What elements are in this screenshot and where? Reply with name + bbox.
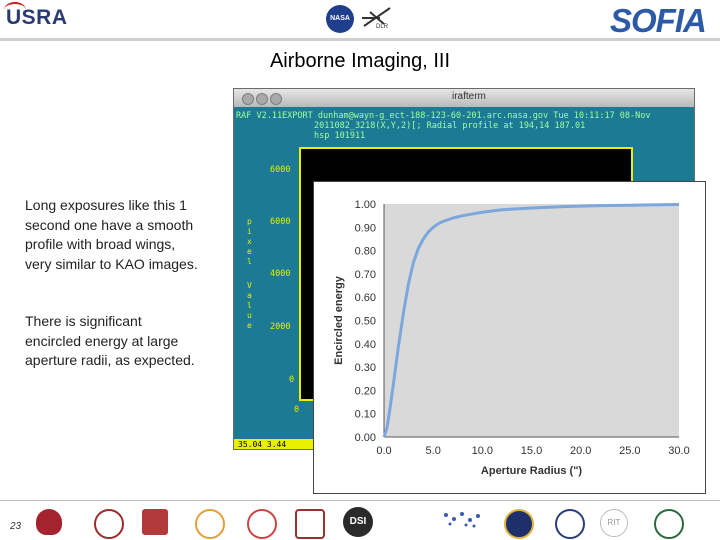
x-tick-label: 0.0	[376, 445, 391, 457]
terminal-y-axis-label: p i x e l	[247, 217, 252, 266]
y-axis-title: Encircled energy	[333, 275, 345, 365]
dsi-logo: DSI	[343, 507, 373, 537]
x-axis-title: Aperture Radius (")	[481, 465, 583, 477]
header-divider	[0, 38, 720, 41]
x-tick-label: 30.0	[668, 445, 689, 457]
rit-logo: RIT	[600, 509, 628, 537]
y-tick-label: 0.60	[355, 292, 376, 304]
minimize-window-icon	[256, 93, 268, 105]
y-tick-label: 0.30	[355, 362, 376, 374]
terminal-y-tick: 6000	[270, 217, 291, 227]
description-paragraph-2: There is significant encircled energy at…	[25, 313, 195, 368]
terminal-y-tick: 4000	[270, 269, 291, 279]
partner-logo-icon	[295, 509, 325, 539]
dlr-logo: DLR	[360, 4, 394, 34]
chart-svg: 0.00 0.10 0.20 0.30 0.40 0.50 0.60 0.70 0.80 0.90…	[333, 199, 690, 477]
nasa-logo: NASA	[326, 5, 354, 33]
sofia-logo-text: SOFIA	[610, 2, 707, 39]
seti-institute-logo	[444, 512, 480, 528]
partner-seal-icon	[504, 509, 534, 539]
partner-seal-icon	[94, 509, 124, 539]
terminal-y-tick: 0	[289, 375, 295, 385]
y-tick-label: 0.40	[355, 339, 376, 351]
partner-seal-icon	[654, 509, 684, 539]
y-tick-label: 0.80	[355, 246, 376, 258]
terminal-y-axis-label: V a l u e	[247, 281, 252, 330]
x-tick-label: 15.0	[521, 445, 542, 457]
nasa-logo-text: NASA	[330, 15, 350, 22]
terminal-line: RAF V2.11EXPORT dunham@wayn-g_ect-188-12…	[236, 111, 651, 121]
description-paragraph-1: Long exposures like this 1 second one ha…	[25, 197, 198, 272]
header-bar: USRA NASA DLR SOFIA	[0, 0, 720, 40]
slide-title: Airborne Imaging, III	[269, 50, 451, 72]
terminal-y-tick: 2000	[270, 322, 291, 332]
page-number: 23	[10, 521, 22, 532]
partner-seal-icon	[195, 509, 225, 539]
encircled-energy-chart: 0.00 0.10 0.20 0.30 0.40 0.50 0.60 0.70 0.80 0.90…	[313, 181, 706, 494]
y-tick-label: 0.20	[355, 385, 376, 397]
zoom-window-icon	[270, 93, 282, 105]
terminal-line: 2011082_3218(X,Y,2)[; Radial profile at …	[314, 121, 586, 131]
partner-shield-icon	[142, 509, 168, 535]
footer-divider	[0, 500, 720, 501]
x-tick-label: 20.0	[570, 445, 591, 457]
y-tick-label: 0.50	[355, 316, 376, 328]
close-window-icon	[242, 93, 254, 105]
terminal-line: hsp 101911	[314, 131, 366, 141]
partner-seal-icon	[555, 509, 585, 539]
x-tick-label: 10.0	[472, 445, 493, 457]
partner-seal-icon	[247, 509, 277, 539]
terminal-y-tick: 6000	[270, 165, 291, 175]
y-tick-label: 0.10	[355, 409, 376, 421]
terminal-status-text: 35.04 3.44	[238, 440, 287, 449]
y-tick-label: 0.70	[355, 269, 376, 281]
terminal-titlebar: irafterm	[234, 89, 694, 107]
y-tick-label: 0.90	[355, 222, 376, 234]
terminal-x-tick: 0	[294, 405, 300, 415]
x-tick-label: 5.0	[426, 445, 441, 457]
usra-swoosh-icon	[4, 2, 26, 18]
terminal-title: irafterm	[452, 91, 486, 102]
partner-logo-icon	[36, 509, 62, 535]
sofia-logo: SOFIA	[610, 2, 707, 40]
y-tick-label: 1.00	[355, 199, 376, 211]
dlr-logo-text: DLR	[376, 24, 389, 30]
x-tick-label: 25.0	[619, 445, 640, 457]
usra-logo: USRA	[4, 2, 68, 30]
plot-area	[384, 204, 679, 437]
y-tick-label: 0.00	[355, 432, 376, 444]
